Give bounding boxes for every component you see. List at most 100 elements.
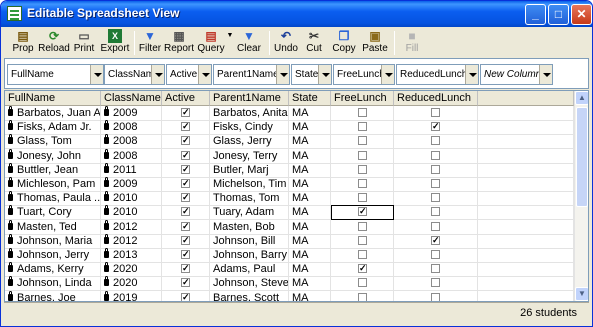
fullname-cell[interactable]: Masten, Ted — [5, 219, 101, 235]
vertical-scrollbar[interactable]: ▲ ▼ — [574, 91, 588, 301]
copy-button[interactable]: ❐ Copy — [331, 28, 357, 58]
classname-cell[interactable]: 2008 — [101, 120, 162, 136]
reload-button[interactable]: ⟳ Reload — [38, 28, 70, 58]
freelunch-cell[interactable] — [331, 219, 394, 235]
scroll-down-button[interactable]: ▼ — [575, 287, 588, 301]
new-column-cell[interactable] — [478, 205, 574, 221]
state-cell[interactable]: MA — [289, 205, 331, 221]
cut-button[interactable]: ✂ Cut — [302, 28, 326, 58]
freelunch-checkbox[interactable] — [358, 179, 367, 188]
active-checkbox[interactable]: ✓ — [181, 150, 190, 160]
reducedlunch-cell[interactable] — [394, 248, 478, 263]
new-column-cell[interactable] — [478, 219, 574, 235]
print-button[interactable]: ▭ Print — [71, 28, 97, 58]
new-column-cell[interactable] — [478, 177, 574, 192]
parent1name-cell[interactable]: Johnson, Barry — [210, 248, 289, 263]
fullname-cell[interactable]: Johnson, Linda — [5, 276, 101, 292]
parent1name-cell[interactable]: Glass, Jerry — [210, 134, 289, 150]
parent1name-cell[interactable]: Johnson, Bill — [210, 233, 289, 249]
reducedlunch-cell[interactable] — [394, 290, 478, 301]
chevron-down-icon[interactable] — [90, 65, 103, 84]
reducedlunch-checkbox[interactable] — [431, 179, 440, 188]
new-column-cell[interactable] — [478, 120, 574, 136]
active-cell[interactable]: ✓ — [162, 177, 210, 192]
new-column-cell[interactable] — [478, 134, 574, 150]
active-cell[interactable]: ✓ — [162, 162, 210, 178]
active-cell[interactable]: ✓ — [162, 106, 210, 121]
chevron-down-icon[interactable] — [276, 65, 289, 84]
classname-cell[interactable]: 2013 — [101, 248, 162, 263]
freelunch-cell[interactable] — [331, 106, 394, 121]
classname-cell[interactable]: 2011 — [101, 162, 162, 178]
active-cell[interactable]: ✓ — [162, 233, 210, 249]
table-row[interactable]: Buttler, Jean 2011 ✓ Butler, Marj MA — [5, 162, 574, 178]
state-cell[interactable]: MA — [289, 148, 331, 164]
reducedlunch-cell[interactable] — [394, 205, 478, 221]
freelunch-cell[interactable] — [331, 120, 394, 136]
chevron-down-icon[interactable] — [381, 65, 394, 84]
fullname-cell[interactable]: Glass, Tom — [5, 134, 101, 150]
state-cell[interactable]: MA — [289, 276, 331, 292]
classname-cell[interactable]: 2020 — [101, 262, 162, 278]
reducedlunch-cell[interactable] — [394, 177, 478, 192]
close-button[interactable]: ✕ — [571, 4, 592, 25]
query-button[interactable]: ▤ Query — [196, 28, 226, 58]
export-button[interactable]: X Export — [99, 28, 131, 58]
parent1name-cell[interactable]: Adams, Paul — [210, 262, 289, 278]
freelunch-cell[interactable]: ✓ — [331, 262, 394, 278]
fill-button[interactable]: ■ Fill — [401, 28, 423, 58]
classname-cell[interactable]: 2009 — [101, 177, 162, 192]
parent1name-cell[interactable]: Michelson, Tim — [210, 177, 289, 192]
state-cell[interactable]: MA — [289, 162, 331, 178]
column-header-parent1name[interactable]: Parent1Name — [210, 91, 289, 106]
parent1name-cell[interactable]: Masten, Bob — [210, 219, 289, 235]
scroll-thumb[interactable] — [576, 107, 588, 207]
column-select-classname[interactable]: ClassName — [104, 64, 165, 85]
column-select-freelunch[interactable]: FreeLunch — [333, 64, 395, 85]
chevron-down-icon[interactable] — [465, 65, 478, 84]
chevron-down-icon[interactable] — [198, 65, 211, 84]
reducedlunch-checkbox[interactable] — [431, 278, 440, 288]
table-row[interactable]: Glass, Tom 2008 ✓ Glass, Jerry MA — [5, 134, 574, 150]
freelunch-cell[interactable] — [331, 148, 394, 164]
active-cell[interactable]: ✓ — [162, 248, 210, 263]
active-checkbox[interactable]: ✓ — [181, 179, 190, 188]
active-checkbox[interactable]: ✓ — [181, 122, 190, 132]
column-select-new-column[interactable]: New Column — [480, 64, 553, 85]
freelunch-checkbox[interactable]: ✓ — [358, 207, 367, 217]
active-checkbox[interactable]: ✓ — [181, 278, 190, 288]
report-button[interactable]: ▦ Report — [164, 28, 194, 58]
column-select-reducedlunch[interactable]: ReducedLunch — [396, 64, 479, 85]
table-row[interactable]: Barnes, Joe 2019 ✓ Barnes, Scott MA — [5, 290, 574, 301]
reducedlunch-cell[interactable] — [394, 162, 478, 178]
column-select-state[interactable]: State — [291, 64, 332, 85]
column-select-fullname[interactable]: FullName — [7, 64, 104, 85]
reducedlunch-checkbox[interactable] — [431, 108, 440, 117]
freelunch-checkbox[interactable] — [358, 150, 367, 160]
table-row[interactable]: Johnson, Linda 2020 ✓ Johnson, Steve MA — [5, 276, 574, 292]
fullname-cell[interactable]: Jonesy, John — [5, 148, 101, 164]
parent1name-cell[interactable]: Jonesy, Terry — [210, 148, 289, 164]
maximize-button[interactable]: □ — [548, 4, 569, 25]
active-checkbox[interactable]: ✓ — [181, 235, 190, 245]
state-cell[interactable]: MA — [289, 191, 331, 207]
active-checkbox[interactable]: ✓ — [181, 108, 190, 117]
new-column-cell[interactable] — [478, 191, 574, 207]
active-checkbox[interactable]: ✓ — [181, 264, 190, 274]
table-row[interactable]: Johnson, Maria 2012 ✓ Johnson, Bill MA ✓ — [5, 233, 574, 249]
active-cell[interactable]: ✓ — [162, 148, 210, 164]
reducedlunch-checkbox[interactable] — [431, 136, 440, 146]
column-header-freelunch[interactable]: FreeLunch — [331, 91, 394, 106]
classname-cell[interactable]: 2009 — [101, 106, 162, 121]
new-column-cell[interactable] — [478, 276, 574, 292]
classname-cell[interactable]: 2008 — [101, 134, 162, 150]
freelunch-checkbox[interactable] — [358, 292, 367, 301]
freelunch-cell[interactable] — [331, 276, 394, 292]
chevron-down-icon[interactable] — [318, 65, 331, 84]
fullname-cell[interactable]: Barnes, Joe — [5, 290, 101, 301]
table-row[interactable]: Barbatos, Juan A 2009 ✓ Barbatos, Anita MA — [5, 106, 574, 121]
parent1name-cell[interactable]: Barnes, Scott — [210, 290, 289, 301]
reducedlunch-cell[interactable] — [394, 148, 478, 164]
active-cell[interactable]: ✓ — [162, 134, 210, 150]
new-column-cell[interactable] — [478, 106, 574, 121]
